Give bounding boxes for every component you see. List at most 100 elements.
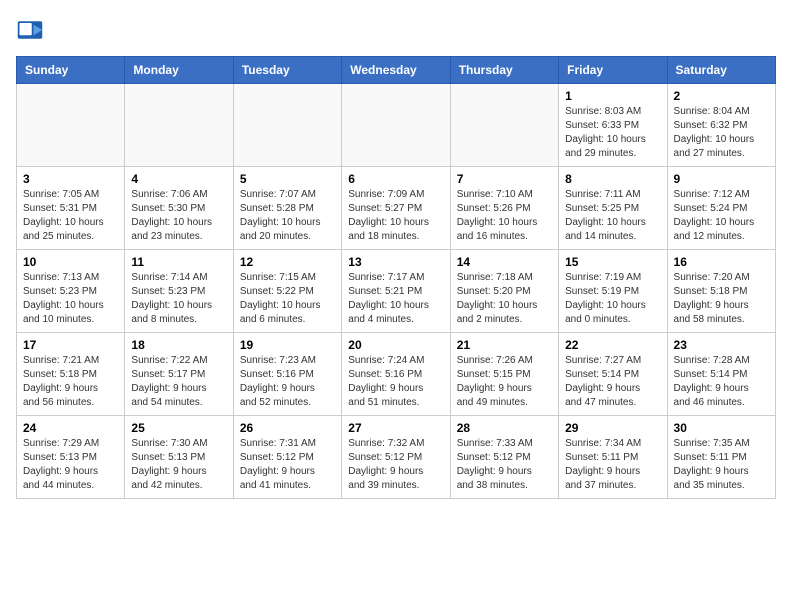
calendar-cell: 24 Sunrise: 7:29 AM Sunset: 5:13 PM Dayli… <box>17 416 125 499</box>
calendar-cell <box>125 84 233 167</box>
day-info: Sunrise: 7:34 AM Sunset: 5:11 PM Dayligh… <box>565 437 660 493</box>
day-number: 2 <box>674 89 769 103</box>
calendar-cell: 29 Sunrise: 7:34 AM Sunset: 5:11 PM Dayli… <box>559 416 667 499</box>
day-info: Sunrise: 8:03 AM Sunset: 6:33 PM Dayligh… <box>565 105 660 161</box>
calendar-cell: 1 Sunrise: 8:03 AM Sunset: 6:33 PM Daylig… <box>559 84 667 167</box>
day-info: Sunrise: 7:14 AM Sunset: 5:23 PM Dayligh… <box>131 271 226 327</box>
day-info: Sunrise: 7:15 AM Sunset: 5:22 PM Dayligh… <box>240 271 335 327</box>
calendar-cell: 2 Sunrise: 8:04 AM Sunset: 6:32 PM Daylig… <box>667 84 775 167</box>
day-info: Sunrise: 7:33 AM Sunset: 5:12 PM Dayligh… <box>457 437 552 493</box>
day-info: Sunrise: 7:30 AM Sunset: 5:13 PM Dayligh… <box>131 437 226 493</box>
calendar-cell: 22Sunrise: 7:27 AM Sunset: 5:14 PM Dayli… <box>559 333 667 416</box>
calendar-cell: 19 Sunrise: 7:23 AM Sunset: 5:16 PM Dayli… <box>233 333 341 416</box>
day-info: Sunrise: 7:31 AM Sunset: 5:12 PM Dayligh… <box>240 437 335 493</box>
day-number: 3 <box>23 172 118 186</box>
day-number: 8 <box>565 172 660 186</box>
day-number: 19 <box>240 338 335 352</box>
calendar-cell: 8 Sunrise: 7:11 AM Sunset: 5:25 PM Daylig… <box>559 167 667 250</box>
calendar-cell: 18 Sunrise: 7:22 AM Sunset: 5:17 PM Dayli… <box>125 333 233 416</box>
col-header-wednesday: Wednesday <box>342 57 450 84</box>
week-row-2: 3Sunrise: 7:05 AM Sunset: 5:31 PM Daylig… <box>17 167 776 250</box>
day-number: 28 <box>457 421 552 435</box>
logo <box>16 16 48 44</box>
day-number: 9 <box>674 172 769 186</box>
day-info: Sunrise: 7:19 AM Sunset: 5:19 PM Dayligh… <box>565 271 660 327</box>
day-info: Sunrise: 7:17 AM Sunset: 5:21 PM Dayligh… <box>348 271 443 327</box>
calendar-cell: 30 Sunrise: 7:35 AM Sunset: 5:11 PM Dayli… <box>667 416 775 499</box>
day-number: 12 <box>240 255 335 269</box>
day-number: 24 <box>23 421 118 435</box>
calendar-cell: 15Sunrise: 7:19 AM Sunset: 5:19 PM Dayli… <box>559 250 667 333</box>
calendar-cell: 28 Sunrise: 7:33 AM Sunset: 5:12 PM Dayli… <box>450 416 558 499</box>
calendar-cell: 23 Sunrise: 7:28 AM Sunset: 5:14 PM Dayli… <box>667 333 775 416</box>
day-info: Sunrise: 7:18 AM Sunset: 5:20 PM Dayligh… <box>457 271 552 327</box>
week-row-5: 24 Sunrise: 7:29 AM Sunset: 5:13 PM Dayli… <box>17 416 776 499</box>
day-info: Sunrise: 7:11 AM Sunset: 5:25 PM Dayligh… <box>565 188 660 244</box>
day-info: Sunrise: 8:04 AM Sunset: 6:32 PM Dayligh… <box>674 105 769 161</box>
day-info: Sunrise: 7:13 AM Sunset: 5:23 PM Dayligh… <box>23 271 118 327</box>
calendar-cell: 4 Sunrise: 7:06 AM Sunset: 5:30 PM Daylig… <box>125 167 233 250</box>
day-info: Sunrise: 7:07 AM Sunset: 5:28 PM Dayligh… <box>240 188 335 244</box>
col-header-sunday: Sunday <box>17 57 125 84</box>
calendar-cell: 16Sunrise: 7:20 AM Sunset: 5:18 PM Dayli… <box>667 250 775 333</box>
col-header-saturday: Saturday <box>667 57 775 84</box>
day-info: Sunrise: 7:22 AM Sunset: 5:17 PM Dayligh… <box>131 354 226 410</box>
day-number: 7 <box>457 172 552 186</box>
col-header-tuesday: Tuesday <box>233 57 341 84</box>
day-number: 18 <box>131 338 226 352</box>
calendar-cell: 11 Sunrise: 7:14 AM Sunset: 5:23 PM Dayli… <box>125 250 233 333</box>
calendar-cell: 5 Sunrise: 7:07 AM Sunset: 5:28 PM Daylig… <box>233 167 341 250</box>
calendar-cell: 9 Sunrise: 7:12 AM Sunset: 5:24 PM Daylig… <box>667 167 775 250</box>
calendar-cell: 17Sunrise: 7:21 AM Sunset: 5:18 PM Dayli… <box>17 333 125 416</box>
day-number: 5 <box>240 172 335 186</box>
day-number: 26 <box>240 421 335 435</box>
day-info: Sunrise: 7:09 AM Sunset: 5:27 PM Dayligh… <box>348 188 443 244</box>
day-info: Sunrise: 7:29 AM Sunset: 5:13 PM Dayligh… <box>23 437 118 493</box>
day-number: 21 <box>457 338 552 352</box>
calendar-cell: 7 Sunrise: 7:10 AM Sunset: 5:26 PM Daylig… <box>450 167 558 250</box>
day-number: 23 <box>674 338 769 352</box>
calendar-cell: 27Sunrise: 7:32 AM Sunset: 5:12 PM Dayli… <box>342 416 450 499</box>
day-number: 16 <box>674 255 769 269</box>
day-number: 13 <box>348 255 443 269</box>
col-header-monday: Monday <box>125 57 233 84</box>
day-info: Sunrise: 7:35 AM Sunset: 5:11 PM Dayligh… <box>674 437 769 493</box>
day-number: 25 <box>131 421 226 435</box>
week-row-4: 17Sunrise: 7:21 AM Sunset: 5:18 PM Dayli… <box>17 333 776 416</box>
day-number: 14 <box>457 255 552 269</box>
day-number: 1 <box>565 89 660 103</box>
day-number: 29 <box>565 421 660 435</box>
logo-icon <box>16 16 44 44</box>
day-info: Sunrise: 7:12 AM Sunset: 5:24 PM Dayligh… <box>674 188 769 244</box>
day-info: Sunrise: 7:06 AM Sunset: 5:30 PM Dayligh… <box>131 188 226 244</box>
calendar-cell: 14 Sunrise: 7:18 AM Sunset: 5:20 PM Dayli… <box>450 250 558 333</box>
calendar-cell: 21Sunrise: 7:26 AM Sunset: 5:15 PM Dayli… <box>450 333 558 416</box>
day-info: Sunrise: 7:21 AM Sunset: 5:18 PM Dayligh… <box>23 354 118 410</box>
day-info: Sunrise: 7:23 AM Sunset: 5:16 PM Dayligh… <box>240 354 335 410</box>
calendar-cell: 20Sunrise: 7:24 AM Sunset: 5:16 PM Dayli… <box>342 333 450 416</box>
day-number: 30 <box>674 421 769 435</box>
day-info: Sunrise: 7:27 AM Sunset: 5:14 PM Dayligh… <box>565 354 660 410</box>
calendar-cell: 26 Sunrise: 7:31 AM Sunset: 5:12 PM Dayli… <box>233 416 341 499</box>
day-info: Sunrise: 7:28 AM Sunset: 5:14 PM Dayligh… <box>674 354 769 410</box>
day-info: Sunrise: 7:24 AM Sunset: 5:16 PM Dayligh… <box>348 354 443 410</box>
week-row-3: 10 Sunrise: 7:13 AM Sunset: 5:23 PM Dayli… <box>17 250 776 333</box>
calendar-cell: 12 Sunrise: 7:15 AM Sunset: 5:22 PM Dayli… <box>233 250 341 333</box>
day-info: Sunrise: 7:32 AM Sunset: 5:12 PM Dayligh… <box>348 437 443 493</box>
calendar-cell <box>17 84 125 167</box>
calendar-cell: 25 Sunrise: 7:30 AM Sunset: 5:13 PM Dayli… <box>125 416 233 499</box>
calendar-cell: 6 Sunrise: 7:09 AM Sunset: 5:27 PM Daylig… <box>342 167 450 250</box>
week-row-1: 1 Sunrise: 8:03 AM Sunset: 6:33 PM Daylig… <box>17 84 776 167</box>
day-number: 10 <box>23 255 118 269</box>
day-number: 11 <box>131 255 226 269</box>
calendar-cell: 3Sunrise: 7:05 AM Sunset: 5:31 PM Daylig… <box>17 167 125 250</box>
calendar-cell: 10 Sunrise: 7:13 AM Sunset: 5:23 PM Dayli… <box>17 250 125 333</box>
day-number: 4 <box>131 172 226 186</box>
calendar-header-row: SundayMondayTuesdayWednesdayThursdayFrid… <box>17 57 776 84</box>
calendar-cell <box>342 84 450 167</box>
col-header-thursday: Thursday <box>450 57 558 84</box>
calendar-cell <box>450 84 558 167</box>
day-info: Sunrise: 7:10 AM Sunset: 5:26 PM Dayligh… <box>457 188 552 244</box>
day-number: 6 <box>348 172 443 186</box>
calendar-cell: 13 Sunrise: 7:17 AM Sunset: 5:21 PM Dayli… <box>342 250 450 333</box>
